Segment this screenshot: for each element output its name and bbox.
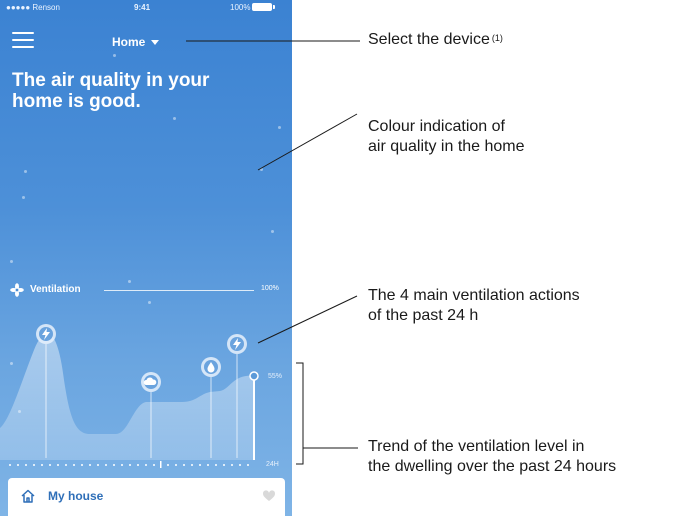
annotation-device-footnote: (1) <box>491 33 503 43</box>
annotation-actions-line-1: The 4 main ventilation actions <box>368 287 580 304</box>
trend-bracket <box>296 362 304 465</box>
actions-leader-line <box>257 295 358 344</box>
annotation-actions-line-2: of the past 24 h <box>368 307 479 324</box>
annotation-colour-line-2: air quality in the home <box>368 138 525 155</box>
annotation-device-text: Select the device <box>368 31 490 48</box>
annotation-select-device: Select the device (1) <box>368 30 503 50</box>
colour-leader-line <box>257 113 358 171</box>
annotation-colour-line-1: Colour indication of <box>368 118 505 135</box>
annotation-trend-line-1: Trend of the ventilation level in <box>368 438 585 455</box>
annotation-trend: Trend of the ventilation level in the dw… <box>368 437 616 477</box>
annotation-trend-line-2: the dwelling over the past 24 hours <box>368 458 617 475</box>
annotation-actions: The 4 main ventilation actions of the pa… <box>368 286 580 326</box>
annotation-colour: Colour indication of air quality in the … <box>368 117 525 157</box>
